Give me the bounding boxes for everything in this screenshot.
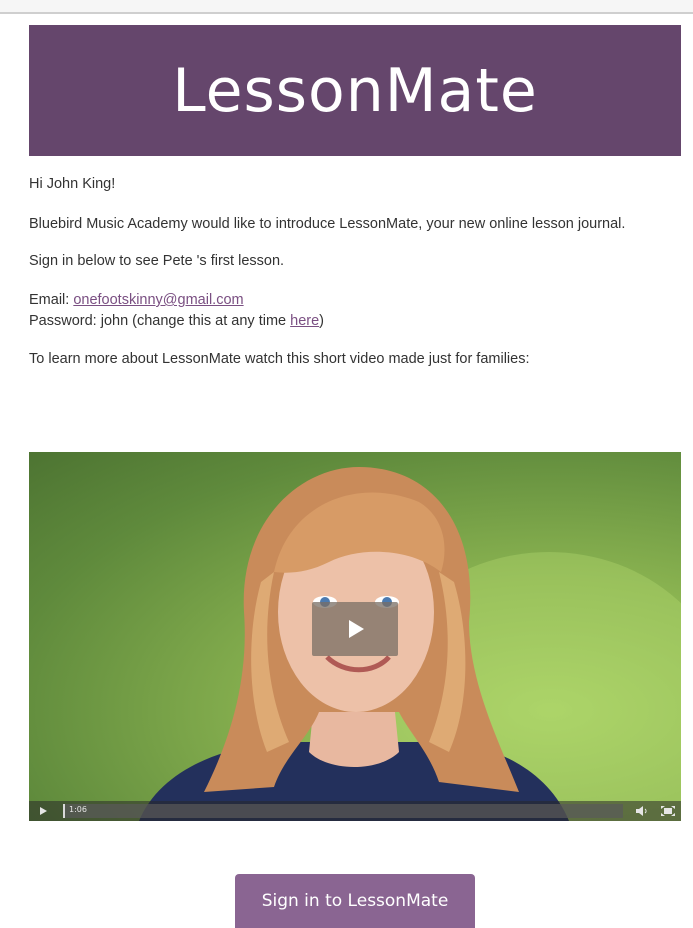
video-player[interactable]: 1:06 xyxy=(29,452,681,821)
intro-text: Bluebird Music Academy would like to int… xyxy=(29,216,626,232)
sign-in-button[interactable]: Sign in to LessonMate xyxy=(235,874,475,928)
play-icon xyxy=(349,620,364,638)
small-play-icon xyxy=(40,807,47,815)
video-progress-bar[interactable]: 1:06 xyxy=(63,804,623,818)
greeting-text: Hi John King! xyxy=(29,176,116,192)
top-divider xyxy=(0,0,693,14)
credentials-block: Email: onefootskinny@gmail.com Password:… xyxy=(29,290,681,332)
brand-logo-text: LessonMate xyxy=(172,55,538,126)
signin-instruction: Sign in below to see Pete 's first lesso… xyxy=(29,253,285,269)
email-body: Hi John King! Bluebird Music Academy wou… xyxy=(29,170,681,370)
volume-button[interactable] xyxy=(629,801,655,821)
fullscreen-button[interactable] xyxy=(655,801,681,821)
password-suffix: ) xyxy=(319,313,325,329)
change-password-link[interactable]: here xyxy=(290,313,319,329)
email-link[interactable]: onefootskinny@gmail.com xyxy=(73,292,243,308)
play-button-overlay[interactable] xyxy=(312,602,398,656)
video-duration: 1:06 xyxy=(69,805,87,814)
control-play-button[interactable] xyxy=(29,801,57,821)
email-label: Email: xyxy=(29,292,74,308)
header-banner: LessonMate xyxy=(29,25,681,156)
password-label: Password: john (change this at any time xyxy=(29,313,291,329)
fullscreen-icon xyxy=(661,806,675,816)
video-controls-bar: 1:06 xyxy=(29,801,681,821)
video-intro-text: To learn more about LessonMate watch thi… xyxy=(29,351,530,367)
volume-icon xyxy=(636,806,647,816)
